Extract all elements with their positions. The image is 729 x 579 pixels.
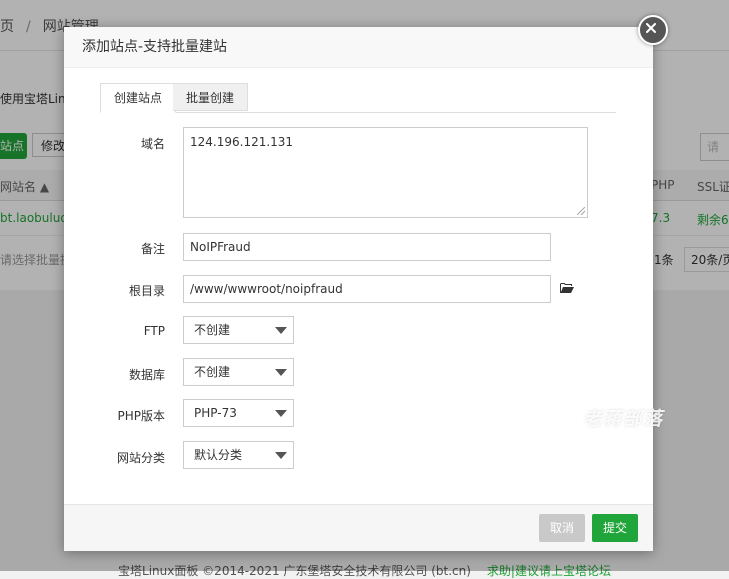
close-icon	[646, 23, 656, 33]
chevron-down-icon	[275, 327, 287, 334]
root-dir-value: /www/wwwroot/noipfraud	[190, 282, 343, 296]
php-version-select[interactable]: PHP-73	[183, 399, 294, 427]
chevron-down-icon	[275, 369, 287, 376]
close-dialog-button[interactable]	[638, 15, 668, 45]
database-label: 数据库	[128, 368, 165, 382]
remark-label: 备注	[140, 242, 165, 256]
database-select[interactable]: 不创建	[183, 358, 294, 386]
category-label: 网站分类	[116, 451, 165, 465]
ftp-select[interactable]: 不创建	[183, 316, 294, 344]
category-select[interactable]: 默认分类	[183, 441, 294, 469]
remark-input[interactable]: NoIPFraud	[183, 233, 551, 261]
ftp-label: FTP	[143, 324, 165, 338]
remark-value: NoIPFraud	[190, 240, 251, 254]
dialog-title: 添加站点-支持批量建站	[64, 27, 653, 68]
database-selected-value: 不创建	[194, 365, 231, 379]
chevron-down-icon	[275, 452, 287, 459]
root-dir-label: 根目录	[128, 284, 165, 298]
root-dir-input[interactable]: /www/wwwroot/noipfraud	[183, 275, 551, 303]
resize-grip-icon[interactable]	[577, 207, 585, 215]
domain-textarea[interactable]: 124.196.121.131	[183, 127, 588, 218]
php-version-label: PHP版本	[117, 409, 166, 423]
tab-create-site[interactable]: 创建站点	[100, 83, 177, 113]
tab-bar: 创建站点 批量创建	[100, 83, 616, 113]
cancel-button[interactable]: 取消	[539, 514, 586, 542]
watermark: 老蒋部落	[583, 408, 664, 430]
submit-button[interactable]: 提交	[592, 514, 639, 542]
tab-batch-create[interactable]: 批量创建	[173, 83, 249, 111]
ftp-selected-value: 不创建	[194, 323, 231, 337]
add-site-dialog: 添加站点-支持批量建站 创建站点 批量创建 域名 124.196.121.131…	[64, 27, 653, 551]
dialog-footer: 取消 提交	[64, 504, 653, 551]
domain-label: 域名	[140, 137, 165, 151]
category-selected-value: 默认分类	[194, 448, 243, 462]
folder-open-icon[interactable]	[560, 282, 574, 297]
domain-value: 124.196.121.131	[190, 135, 294, 149]
chevron-down-icon	[275, 410, 287, 417]
php-version-selected-value: PHP-73	[194, 406, 237, 420]
